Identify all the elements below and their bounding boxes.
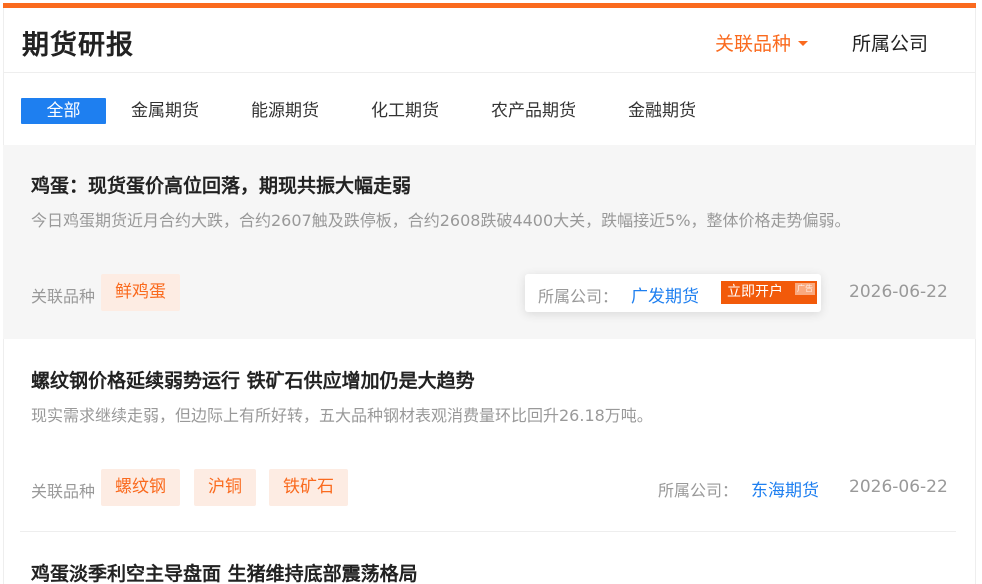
variety-tag[interactable]: 沪铜 (194, 469, 256, 506)
article-title[interactable]: 螺纹钢价格延续弱势运行 铁矿石供应增加仍是大趋势 (31, 366, 475, 393)
open-account-button[interactable]: 立即开户 广告 (721, 281, 817, 304)
tab-financial-futures[interactable]: 金融期货 (628, 98, 696, 124)
company-link[interactable]: 广发期货 (631, 282, 699, 307)
related-varieties-label: 关联品种 (31, 482, 96, 501)
variety-filter-dropdown[interactable]: 关联品种 (715, 29, 809, 56)
article-item[interactable]: 螺纹钢价格延续弱势运行 铁矿石供应增加仍是大趋势 现实需求继续走弱，但边际上有所… (3, 339, 976, 531)
variety-tag[interactable]: 鲜鸡蛋 (101, 274, 180, 311)
tab-metal-futures[interactable]: 金属期货 (131, 98, 199, 124)
caret-down-icon (798, 41, 809, 46)
company-popover: 所属公司： 广发期货 立即开户 广告 (525, 274, 821, 312)
tab-all[interactable]: 全部 (21, 98, 106, 124)
article-title[interactable]: 鸡蛋：现货蛋价高位回落，期现共振大幅走弱 (31, 171, 411, 198)
company-link[interactable]: 东海期货 (751, 476, 819, 501)
article-summary: 现实需求继续走弱，但边际上有所好转，五大品种钢材表观消费量环比回升26.18万吨… (31, 406, 653, 425)
article-summary: 今日鸡蛋期货近月合约大跌，合约2607触及跌停板，合约2608跌破4400大关，… (31, 211, 851, 230)
company-label: 所属公司： (658, 481, 739, 500)
research-page: 期货研报 关联品种 所属公司 全部 金属期货 能源期货 化工期货 农产品期货 金… (0, 0, 982, 584)
tab-agricultural-futures[interactable]: 农产品期货 (491, 98, 576, 124)
ad-badge: 广告 (795, 283, 815, 295)
variety-tag[interactable]: 螺纹钢 (101, 469, 180, 506)
tab-energy-futures[interactable]: 能源期货 (251, 98, 319, 124)
related-varieties-label: 关联品种 (31, 287, 96, 306)
variety-filter-label: 关联品种 (715, 33, 792, 55)
article-date: 2026-06-22 (849, 477, 948, 497)
article-date: 2026-06-22 (849, 282, 948, 302)
variety-tag[interactable]: 铁矿石 (269, 469, 348, 506)
page-header: 期货研报 关联品种 所属公司 (3, 8, 976, 73)
article-item[interactable]: 鸡蛋：现货蛋价高位回落，期现共振大幅走弱 今日鸡蛋期货近月合约大跌，合约2607… (3, 145, 976, 339)
open-account-label: 立即开户 (727, 284, 783, 300)
tab-chemical-futures[interactable]: 化工期货 (371, 98, 439, 124)
article-item[interactable]: 鸡蛋淡季利空主导盘面 生猪维持底部震荡格局 (3, 532, 976, 584)
page-title: 期货研报 (22, 30, 134, 61)
company-filter[interactable]: 所属公司 (852, 29, 928, 56)
article-title[interactable]: 鸡蛋淡季利空主导盘面 生猪维持底部震荡格局 (31, 559, 418, 584)
company-label: 所属公司： (538, 287, 619, 306)
